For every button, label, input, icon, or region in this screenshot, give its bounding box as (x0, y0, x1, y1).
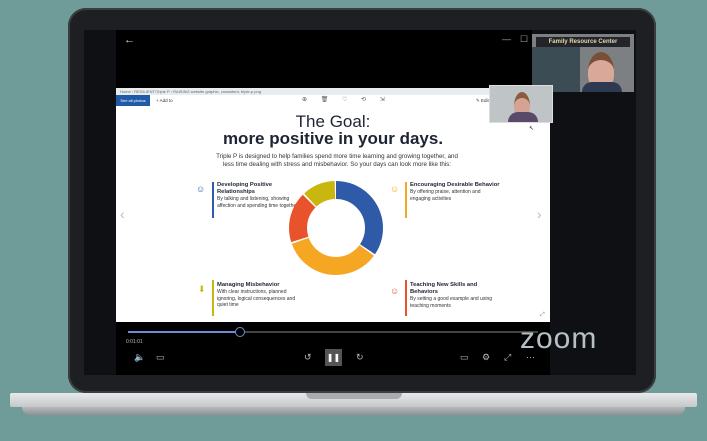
see-all-photos-button[interactable]: See all photos (116, 95, 150, 106)
video-top-bar: ← — ☐ (116, 30, 532, 88)
forward-30-icon[interactable]: ↻ (356, 352, 364, 363)
down-arrow-icon: ⬇ (198, 284, 206, 294)
smile-face-icon: ☺ (196, 184, 206, 194)
next-photo-icon[interactable]: › (537, 206, 542, 222)
participant-shirt (582, 82, 622, 92)
goal-donut-chart (289, 181, 383, 275)
captions-icon[interactable]: ▭ (156, 352, 165, 363)
presenter-video-pip[interactable] (489, 85, 553, 123)
settings-icon[interactable]: ⚙ (482, 352, 490, 363)
back-arrow-icon[interactable]: ← (124, 34, 135, 46)
maximize-icon[interactable]: ☐ (520, 34, 528, 45)
block-bar-teaching (405, 280, 407, 316)
smile-face-icon: ☺ (390, 184, 400, 194)
add-to-label: Add to (159, 98, 173, 103)
prev-photo-icon[interactable]: ‹ (120, 206, 125, 222)
minimize-icon[interactable]: — (502, 34, 511, 44)
block-managing-misbehavior: Managing Misbehavior With clear instruct… (217, 282, 307, 309)
block-bar-misbehavior (212, 280, 214, 316)
miniplayer-icon[interactable]: ▭ (460, 352, 469, 363)
pause-button[interactable]: ❚❚ (325, 349, 342, 366)
thumbnail-sign: Family Resource Center (536, 37, 630, 47)
volume-icon[interactable]: 🔈 (134, 352, 145, 363)
add-to-button[interactable]: + Add to (156, 95, 173, 106)
rewind-10-icon[interactable]: ↺ (304, 352, 312, 363)
shared-screen-photos-viewer: Home › RESILIENT/Triple P › RAISING webs… (116, 88, 550, 322)
presenter-body (508, 112, 538, 122)
laptop-bottom (22, 407, 685, 415)
slide-subtitle: Triple P is designed to help families sp… (216, 153, 458, 168)
participant-video-thumbnail[interactable]: Family Resource Center (532, 34, 634, 92)
block-teaching-skills: Teaching New Skills and Behaviors By set… (410, 282, 500, 309)
block-bar-desirable (405, 182, 407, 218)
viewer-tool-icons[interactable]: ⊕ 🗑 ♡ ⟲ ⇲ (302, 95, 391, 106)
fullscreen-icon[interactable]: ⤢ (504, 352, 511, 363)
block-heading: Managing Misbehavior (217, 282, 280, 288)
expand-icon[interactable]: ⤢ (540, 312, 545, 319)
progress-knob[interactable] (234, 327, 245, 337)
mouse-cursor-icon: ↖ (529, 126, 535, 132)
block-desirable-behavior: Encouraging Desirable Behavior By offeri… (410, 182, 500, 202)
block-text: By offering praise, attention and engagi… (410, 189, 481, 202)
smile-face-icon: ☺ (390, 286, 400, 296)
laptop-base (0, 393, 707, 441)
progress-fill (128, 331, 239, 333)
block-heading: Encouraging Desirable Behavior (410, 182, 500, 188)
triple-p-slide: The Goal: more positive in your days. Tr… (116, 106, 550, 322)
video-player-controls: 0:01:01 🔈 ▭ ↺ ❚❚ ↻ ▭ ⚙ ⤢ ⋯ (116, 322, 550, 375)
block-text: By setting a good example and using teac… (410, 296, 492, 309)
zoom-watermark: zoom (520, 322, 598, 355)
laptop-notch (306, 393, 402, 399)
block-heading: Teaching New Skills and Behaviors (410, 282, 478, 295)
current-time: 0:01:01 (126, 339, 143, 345)
block-text: With clear instructions, planned ignorin… (217, 289, 296, 308)
breadcrumb: Home › RESILIENT/Triple P › RAISING webs… (116, 88, 550, 95)
block-bar-relationships (212, 182, 214, 218)
slide-title-line2: more positive in your days. (222, 129, 444, 148)
